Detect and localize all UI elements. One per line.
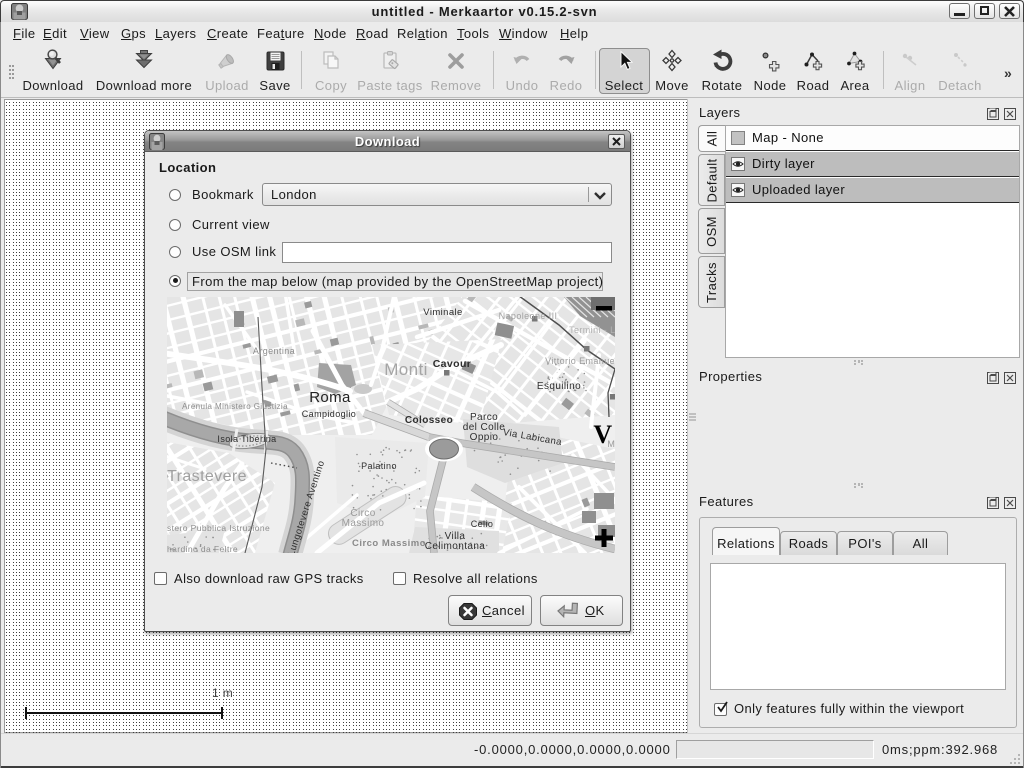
svg-text:Termini - La: Termini - La xyxy=(569,325,615,335)
svg-text:Colosseo: Colosseo xyxy=(405,415,453,426)
svg-text:Monti: Monti xyxy=(384,360,428,379)
svg-text:stero Pubblica Istruzione: stero Pubblica Istruzione xyxy=(167,523,270,533)
svg-text:Campidoglio: Campidoglio xyxy=(302,409,356,419)
svg-text:Circo Massimo: Circo Massimo xyxy=(352,538,426,549)
svg-text:Arenula Ministero Giustizia: Arenula Ministero Giustizia xyxy=(182,402,288,411)
svg-text:Vittorio Emanuele: Vittorio Emanuele xyxy=(545,356,615,366)
svg-text:Celimontana: Celimontana xyxy=(425,541,486,552)
svg-text:Oppio: Oppio xyxy=(470,432,499,443)
svg-text:Massimo: Massimo xyxy=(342,518,385,529)
svg-text:Ma: Ma xyxy=(607,439,615,449)
svg-text:Esquilino: Esquilino xyxy=(537,381,581,392)
svg-text:Cavour: Cavour xyxy=(433,358,472,370)
svg-text:Napoleone III: Napoleone III xyxy=(499,311,558,321)
svg-text:Roma: Roma xyxy=(309,389,351,406)
svg-text:Isola Tiberina: Isola Tiberina xyxy=(217,434,276,444)
svg-text:hardino da Feltre: hardino da Feltre xyxy=(167,544,238,553)
svg-text:Trastevere: Trastevere xyxy=(167,468,247,485)
svg-text:Viminale: Viminale xyxy=(423,307,462,318)
svg-text:Palatino: Palatino xyxy=(361,461,397,471)
svg-text:Celio: Celio xyxy=(471,519,494,529)
svg-text:Argentina: Argentina xyxy=(253,346,295,356)
